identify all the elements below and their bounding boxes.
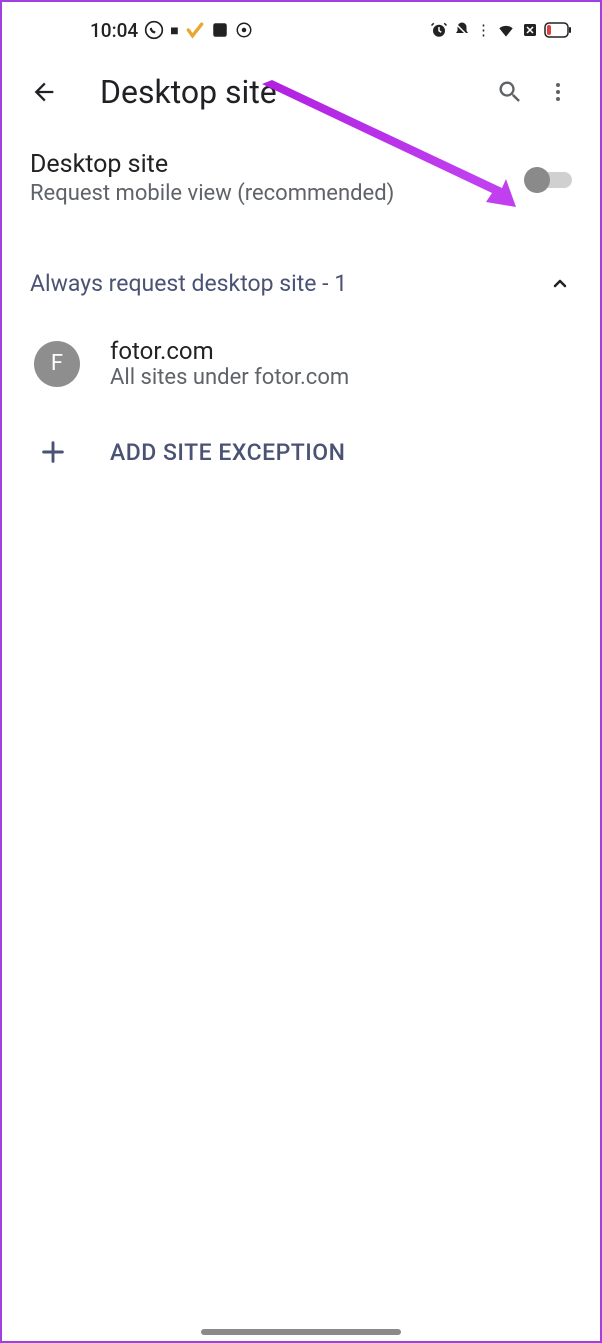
status-bar: 10:04 ■ ⋮ [2,2,600,52]
toggle-thumb [524,167,550,193]
wifi-icon [496,20,516,40]
back-button[interactable] [20,68,68,116]
page-title: Desktop site [100,73,486,111]
site-description: All sites under fotor.com [110,365,572,390]
search-icon [496,78,524,106]
status-right: ⋮ [430,20,572,40]
more-vert-icon [546,80,570,104]
setting-subtitle: Request mobile view (recommended) [30,181,524,206]
add-exception-label: ADD SITE EXCEPTION [110,439,345,466]
status-time: 10:04 [90,19,138,42]
checkmark-icon [185,20,205,40]
site-domain: fotor.com [110,337,572,365]
always-request-section[interactable]: Always request desktop site - 1 [2,248,600,317]
search-button[interactable] [486,68,534,116]
chevron-up-icon [548,272,572,296]
site-exception-item[interactable]: F fotor.com All sites under fotor.com [2,317,600,410]
app-icon-3 [235,21,253,39]
plus-icon [34,438,72,466]
app-icon-1: ■ [170,22,178,39]
no-sim-icon [521,21,539,39]
add-site-exception-button[interactable]: ADD SITE EXCEPTION [2,410,600,494]
more-button[interactable] [534,68,582,116]
site-initial: F [51,351,63,376]
section-title: Always request desktop site - 1 [30,270,347,297]
desktop-site-setting[interactable]: Desktop site Request mobile view (recomm… [2,132,600,224]
mute-icon [453,21,471,39]
battery-icon [544,22,572,38]
app-bar: Desktop site [2,52,600,132]
site-avatar: F [34,341,80,387]
site-info: fotor.com All sites under fotor.com [110,337,572,390]
status-left: 10:04 ■ [90,19,253,42]
setting-text: Desktop site Request mobile view (recomm… [30,150,524,206]
arrow-back-icon [30,78,58,106]
whatsapp-icon [144,20,164,40]
desktop-site-toggle[interactable] [524,167,572,189]
nav-bar-indicator[interactable] [201,1329,401,1335]
bluetooth-icon: ⋮ [476,21,491,39]
app-icon-2 [211,21,229,39]
alarm-icon [430,21,448,39]
setting-title: Desktop site [30,150,524,179]
